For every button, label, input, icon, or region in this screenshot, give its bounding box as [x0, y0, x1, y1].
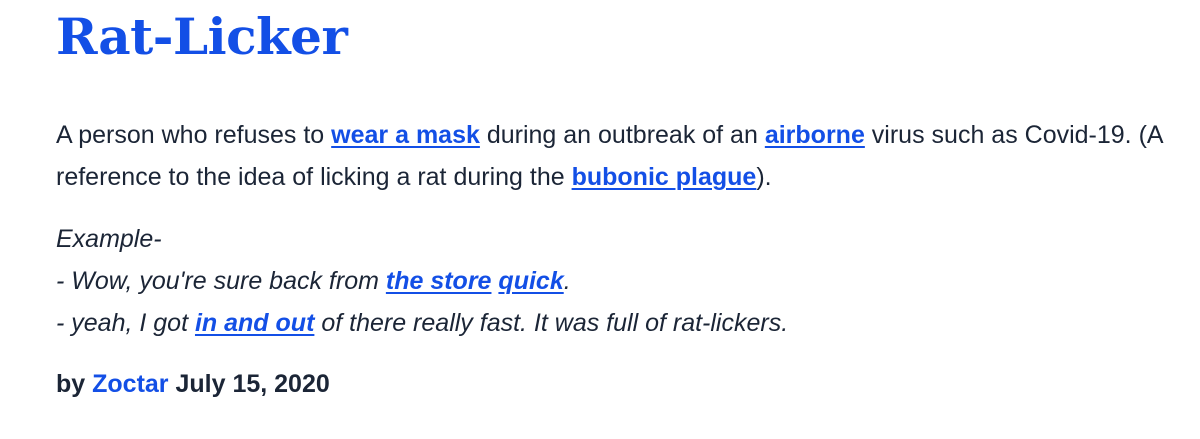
term-link-airborne[interactable]: airborne: [765, 121, 865, 149]
meaning-text: ).: [756, 163, 772, 191]
meaning-text: during an outbreak of an: [479, 121, 765, 149]
term-link-wear-a-mask[interactable]: wear a mask: [331, 121, 480, 149]
example-text: .: [563, 267, 571, 295]
word-title-link[interactable]: Rat-Licker: [56, 0, 1176, 70]
definition-example: Example- - Wow, you're sure back from th…: [56, 218, 1176, 344]
contributor-line: by Zoctar July 15, 2020: [56, 366, 1176, 402]
example-line-1: - Wow, you're sure back from the store q…: [56, 260, 1176, 302]
contributor-by: by: [56, 370, 93, 398]
meaning-text: A person who refuses to: [56, 121, 332, 149]
author-link[interactable]: Zoctar: [92, 370, 168, 398]
example-text: - yeah, I got: [56, 309, 195, 337]
example-line-2: - yeah, I got in and out of there really…: [56, 302, 1176, 344]
example-text: of there really fast. It was full of rat…: [314, 309, 789, 337]
example-text: - Wow, you're sure back from: [56, 267, 386, 295]
definition-meaning: A person who refuses to wear a mask duri…: [56, 114, 1176, 198]
term-link-in-and-out[interactable]: in and out: [195, 309, 314, 337]
definition-card: Rat-Licker A person who refuses to wear …: [56, 0, 1176, 402]
example-heading: Example-: [56, 225, 162, 253]
term-link-bubonic-plague[interactable]: bubonic plague: [572, 163, 757, 191]
contributor-date: July 15, 2020: [168, 370, 330, 398]
term-link-the-store[interactable]: the store: [386, 267, 492, 295]
term-link-quick[interactable]: quick: [498, 267, 563, 295]
